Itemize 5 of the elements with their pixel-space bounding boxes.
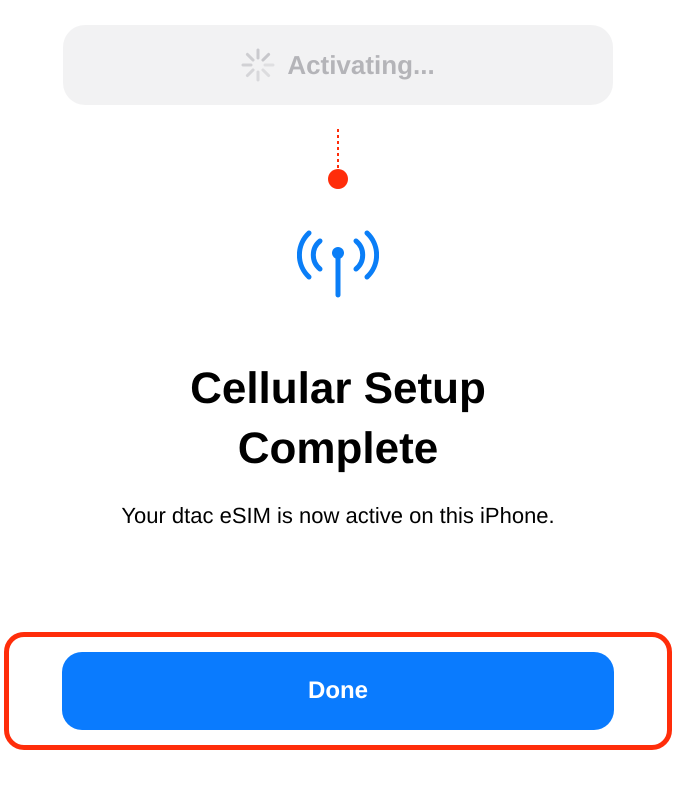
confirmation-message: Your dtac eSIM is now active on this iPhone. [121, 502, 555, 530]
spinner-icon [241, 48, 276, 82]
done-button[interactable]: Done [62, 652, 614, 730]
leader-line [336, 129, 340, 171]
screen-title: Cellular Setup Complete [189, 363, 487, 475]
